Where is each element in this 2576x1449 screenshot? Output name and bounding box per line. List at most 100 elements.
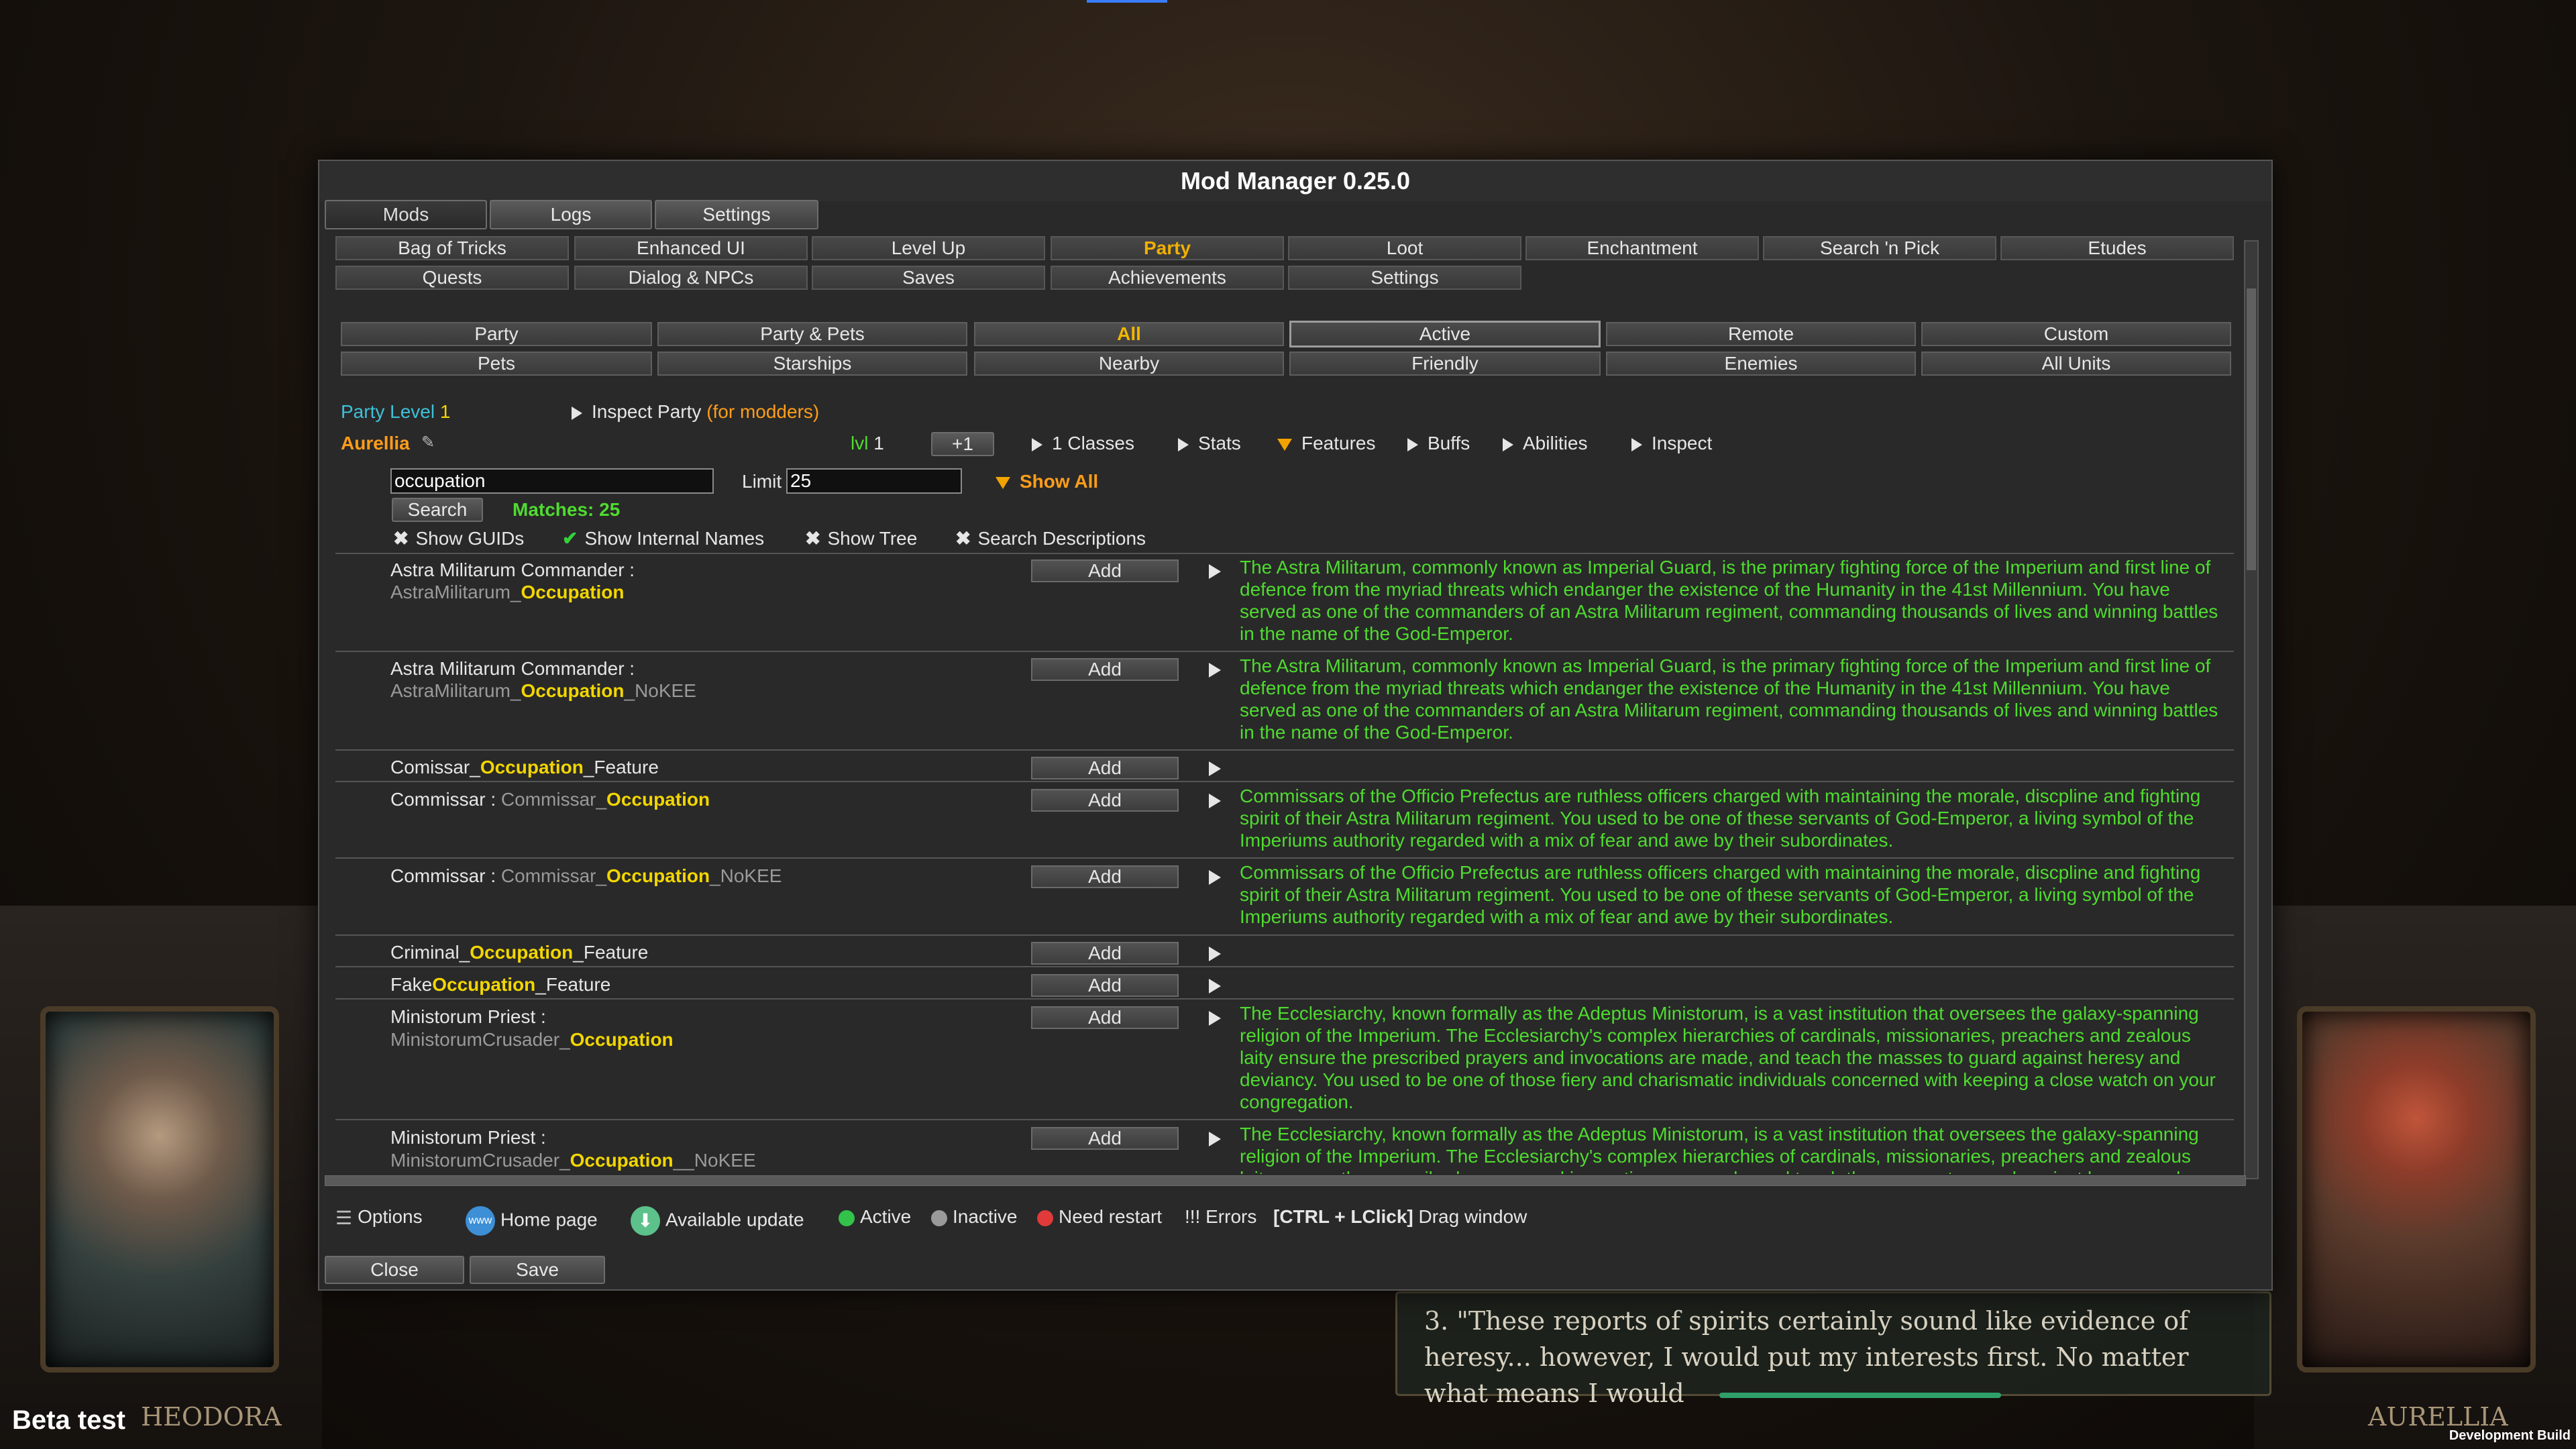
filter-all[interactable]: All: [974, 322, 1284, 346]
portrait-right[interactable]: [2297, 1006, 2536, 1373]
add-button[interactable]: Add: [1031, 1006, 1179, 1029]
expand-play-icon[interactable]: [1209, 1132, 1221, 1146]
filter-all-units[interactable]: All Units: [1921, 352, 2231, 376]
result-description: Commissars of the Officio Prefectus are …: [1240, 786, 2201, 851]
result-description: The Ecclesiarchy, known formally as the …: [1240, 1124, 2199, 1174]
filter-remote[interactable]: Remote: [1606, 322, 1916, 346]
result-title: Astra Militarum Commander :: [390, 658, 635, 679]
divider: [335, 857, 2234, 859]
filter-active[interactable]: Active: [1289, 321, 1601, 347]
feature-tab-enchantment[interactable]: Enchantment: [1525, 236, 1759, 260]
filter-party-pets[interactable]: Party & Pets: [657, 322, 967, 346]
scroll-thumb[interactable]: [2247, 288, 2256, 570]
tab-logs[interactable]: Logs: [490, 200, 652, 229]
option-search-descriptions[interactable]: ✖ Search Descriptions: [955, 527, 1146, 549]
add-button[interactable]: Add: [1031, 1127, 1179, 1150]
dialog-progress-bar: [1719, 1393, 2001, 1398]
inactive-dot-icon: [931, 1210, 947, 1226]
portrait-left[interactable]: [40, 1006, 279, 1373]
filter-starships[interactable]: Starships: [657, 352, 967, 376]
filter-enemies[interactable]: Enemies: [1606, 352, 1916, 376]
window-title[interactable]: Mod Manager 0.25.0: [319, 161, 2271, 201]
feature-tab-quests[interactable]: Quests: [335, 266, 569, 290]
expand-play-icon[interactable]: [1209, 564, 1221, 579]
tab-settings[interactable]: Settings: [655, 200, 818, 229]
rename-pencil-icon[interactable]: ✎: [421, 433, 435, 452]
horizontal-scrollbar[interactable]: [325, 1175, 2246, 1186]
limit-input[interactable]: [786, 468, 962, 494]
restart-dot-icon: [1037, 1210, 1053, 1226]
feature-tab-settings[interactable]: Settings: [1288, 266, 1521, 290]
feature-tab-loot[interactable]: Loot: [1288, 236, 1521, 260]
inspect-party-toggle[interactable]: Inspect Party (for modders): [572, 401, 819, 423]
expand-play-icon[interactable]: [1209, 761, 1221, 776]
divider: [335, 651, 2234, 652]
result-title: Ministorum Priest :: [390, 1127, 546, 1148]
expand-play-icon[interactable]: [1209, 663, 1221, 678]
filter-friendly[interactable]: Friendly: [1289, 352, 1601, 376]
footer-options[interactable]: ☰ Options: [335, 1206, 423, 1229]
feature-tab-dialog-npcs[interactable]: Dialog & NPCs: [574, 266, 808, 290]
section-buffs[interactable]: Buffs: [1407, 433, 1470, 454]
option-show-guids[interactable]: ✖ Show GUIDs: [393, 527, 524, 549]
expand-play-icon[interactable]: [1209, 1011, 1221, 1026]
feature-tab-achievements[interactable]: Achievements: [1051, 266, 1284, 290]
footer-available-update[interactable]: ⬇ Available update: [631, 1206, 804, 1236]
filter-pets[interactable]: Pets: [341, 352, 652, 376]
option-show-tree[interactable]: ✖ Show Tree: [805, 527, 917, 549]
expand-triangle-icon: [572, 406, 582, 420]
dialog-box[interactable]: 3. "These reports of spirits certainly s…: [1395, 1291, 2271, 1408]
close-button[interactable]: Close: [325, 1256, 464, 1284]
dev-build-label: Development Build: [2449, 1428, 2571, 1443]
expand-play-icon[interactable]: [1209, 979, 1221, 994]
search-input[interactable]: [390, 468, 714, 494]
feature-tab-saves[interactable]: Saves: [812, 266, 1045, 290]
add-button[interactable]: Add: [1031, 789, 1179, 812]
expand-play-icon[interactable]: [1209, 794, 1221, 808]
feature-tab-party[interactable]: Party: [1051, 236, 1284, 260]
collapse-triangle-icon: [1277, 438, 1292, 451]
feature-tab-level-up[interactable]: Level Up: [812, 236, 1045, 260]
level-up-button[interactable]: +1: [931, 432, 994, 456]
feature-tab-etudes[interactable]: Etudes: [2000, 236, 2234, 260]
section-features[interactable]: Features: [1277, 433, 1376, 454]
party-level-label: Party Level 1: [341, 401, 451, 422]
limit-label: Limit: [742, 471, 782, 492]
result-internal-name: MinistorumCrusader_Occupation: [390, 1029, 674, 1050]
expand-play-icon[interactable]: [1209, 870, 1221, 885]
feature-tab-bag-of-tricks[interactable]: Bag of Tricks: [335, 236, 569, 260]
add-button[interactable]: Add: [1031, 559, 1179, 582]
filter-nearby[interactable]: Nearby: [974, 352, 1284, 376]
expand-play-icon[interactable]: [1209, 947, 1221, 961]
search-button[interactable]: Search: [392, 498, 483, 522]
add-button[interactable]: Add: [1031, 942, 1179, 965]
filter-custom[interactable]: Custom: [1921, 322, 2231, 346]
result-description: The Astra Militarum, commonly known as I…: [1240, 655, 2218, 743]
vertical-scrollbar[interactable]: [2244, 240, 2259, 1179]
footer-home-page[interactable]: www Home page: [466, 1206, 598, 1236]
add-button[interactable]: Add: [1031, 658, 1179, 681]
party-level-value: 1: [439, 401, 451, 422]
result-description: The Ecclesiarchy, known formally as the …: [1240, 1003, 2216, 1112]
result-internal-name: AstraMilitarum_Occupation_NoKEE: [390, 680, 696, 701]
show-all-toggle[interactable]: Show All: [996, 471, 1098, 492]
section-abilities[interactable]: Abilities: [1503, 433, 1587, 454]
section-inspect[interactable]: Inspect: [1631, 433, 1712, 454]
results-list[interactable]: Astra Militarum Commander : AstraMilitar…: [325, 550, 2243, 1174]
footer-errors: !!! Errors: [1185, 1206, 1257, 1227]
save-button[interactable]: Save: [470, 1256, 605, 1284]
feature-tab-search-n-pick[interactable]: Search 'n Pick: [1763, 236, 1996, 260]
option-show-internal-names[interactable]: ✔ Show Internal Names: [562, 527, 764, 549]
section-stats[interactable]: Stats: [1178, 433, 1241, 454]
sliders-icon: ☰: [335, 1208, 353, 1229]
add-button[interactable]: Add: [1031, 865, 1179, 888]
add-button[interactable]: Add: [1031, 757, 1179, 780]
section-classes[interactable]: 1 Classes: [1032, 433, 1134, 454]
tab-mods[interactable]: Mods: [325, 200, 487, 229]
expand-triangle-icon: [1178, 437, 1189, 451]
filter-party[interactable]: Party: [341, 322, 652, 346]
character-level: lvl 1: [851, 433, 884, 453]
feature-tab-enhanced-ui[interactable]: Enhanced UI: [574, 236, 808, 260]
unchecked-x-icon: ✖: [955, 528, 971, 549]
add-button[interactable]: Add: [1031, 974, 1179, 997]
